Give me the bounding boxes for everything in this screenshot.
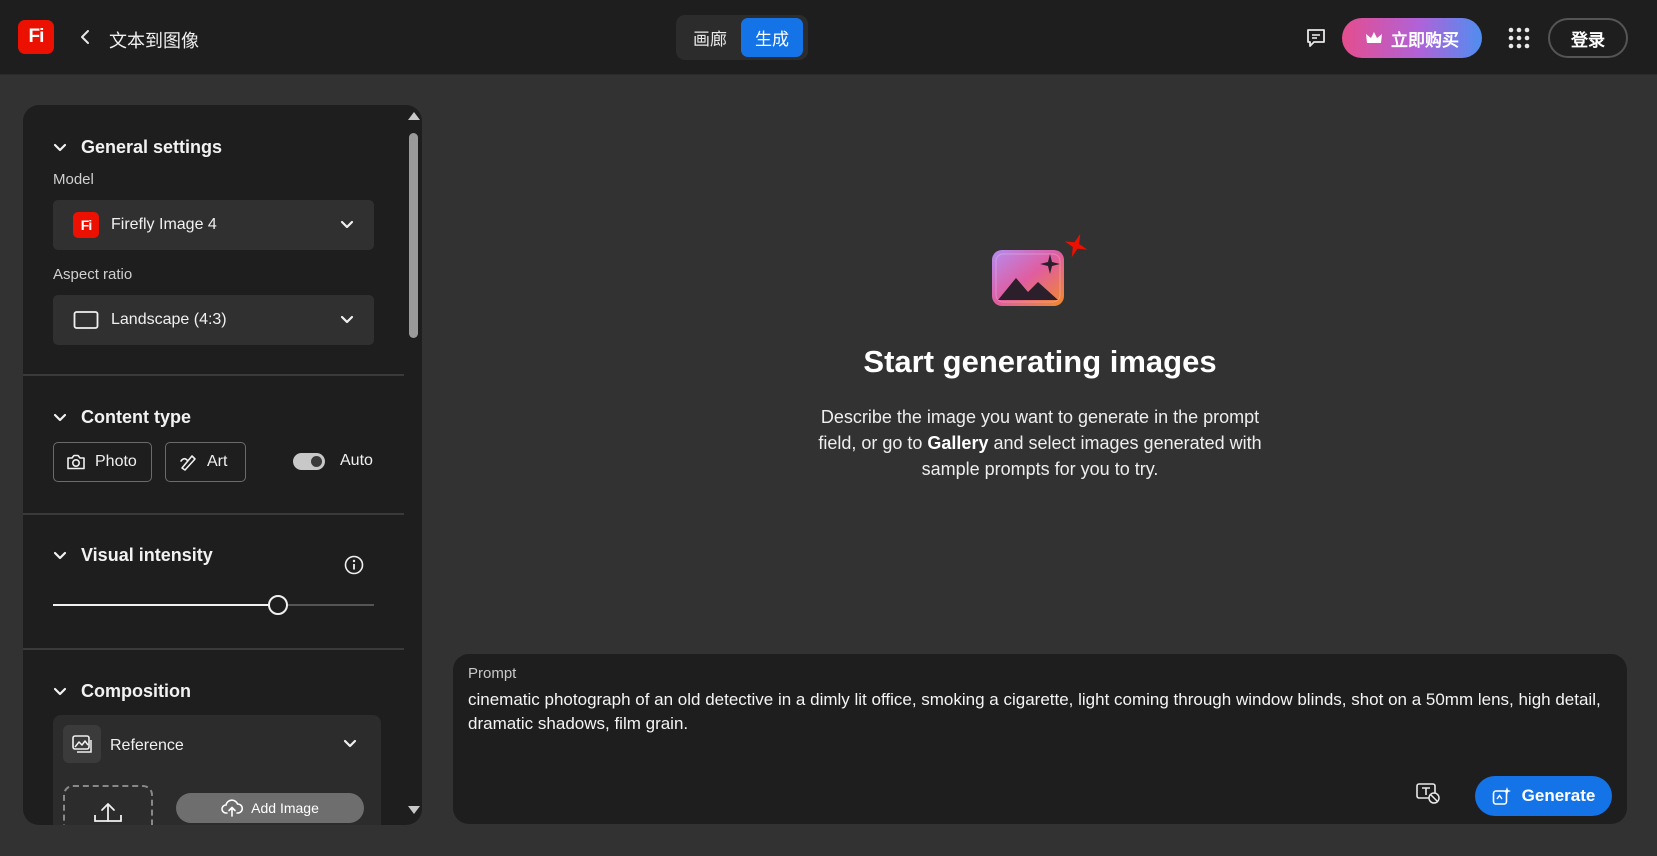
aspect-ratio-label: Aspect ratio xyxy=(53,266,133,283)
info-icon[interactable] xyxy=(344,555,364,575)
auto-toggle[interactable] xyxy=(293,453,325,470)
photo-label: Photo xyxy=(95,453,137,470)
prompt-input[interactable]: cinematic photograph of an old detective… xyxy=(468,688,1608,736)
camera-icon xyxy=(67,454,85,470)
scroll-up-arrow-icon[interactable] xyxy=(408,112,420,120)
general-settings-header[interactable]: General settings xyxy=(53,137,222,158)
composition-title: Composition xyxy=(81,681,191,701)
visual-intensity-slider-fill xyxy=(53,604,278,606)
prompt-box: Prompt cinematic photograph of an old de… xyxy=(453,654,1627,824)
art-button[interactable]: Art xyxy=(165,442,246,482)
firefly-model-icon: Fi xyxy=(73,212,99,238)
art-label: Art xyxy=(207,453,228,470)
reference-image-icon xyxy=(63,725,101,763)
general-settings-title: General settings xyxy=(81,137,223,157)
chevron-down-icon xyxy=(340,315,354,324)
gallery-link[interactable]: Gallery xyxy=(927,433,988,453)
buy-now-label: 立即购买 xyxy=(1391,30,1459,50)
empty-state-description: Describe the image you want to generate … xyxy=(800,404,1280,482)
sparkle-image-icon xyxy=(1492,787,1511,805)
scroll-down-arrow-icon[interactable] xyxy=(408,806,420,814)
generate-button[interactable]: Generate xyxy=(1475,776,1612,816)
firefly-logo[interactable]: Fi xyxy=(18,20,54,54)
tab-generate[interactable]: 生成 xyxy=(741,18,803,57)
landscape-rectangle-icon xyxy=(73,311,99,329)
aspect-ratio-value: Landscape (4:3) xyxy=(111,311,227,328)
brush-icon xyxy=(180,455,196,471)
add-image-label: Add Image xyxy=(251,800,319,816)
section-divider xyxy=(23,374,404,376)
cloud-upload-icon xyxy=(221,799,244,817)
reference-expand-chevron-icon[interactable] xyxy=(343,736,357,754)
content-type-header[interactable]: Content type xyxy=(53,407,191,428)
section-divider xyxy=(23,513,404,515)
section-divider xyxy=(23,648,404,650)
apps-grid-icon[interactable] xyxy=(1507,26,1531,50)
model-value: Firefly Image 4 xyxy=(111,216,217,233)
chevron-down-icon xyxy=(53,413,67,421)
reference-card: Reference Add Image xyxy=(53,715,381,825)
buy-now-button[interactable]: 立即购买 xyxy=(1342,18,1482,58)
chevron-down-icon xyxy=(340,220,354,229)
reference-upload-dropzone[interactable] xyxy=(63,785,153,825)
composition-header[interactable]: Composition xyxy=(53,681,191,702)
chevron-down-icon xyxy=(53,687,67,695)
auto-label: Auto xyxy=(340,452,373,469)
tab-gallery[interactable]: 画廊 xyxy=(679,18,741,57)
panel-scrollbar-thumb[interactable] xyxy=(409,133,418,338)
page-title: 文本到图像 xyxy=(109,31,199,51)
settings-panel: General settings Model Fi Firefly Image … xyxy=(23,105,404,825)
content-type-title: Content type xyxy=(81,407,191,427)
aspect-ratio-select[interactable]: Landscape (4:3) xyxy=(53,295,374,345)
feedback-icon[interactable] xyxy=(1304,26,1328,50)
generate-label: Generate xyxy=(1521,786,1596,805)
upload-icon xyxy=(94,803,122,822)
prompt-label: Prompt xyxy=(468,665,517,682)
top-bar: Fi 文本到图像 画廊 生成 立即购买 登录 xyxy=(0,0,1657,75)
crown-icon xyxy=(1366,32,1382,43)
chevron-down-icon xyxy=(53,143,67,151)
back-chevron-icon[interactable] xyxy=(74,26,96,48)
visual-intensity-title: Visual intensity xyxy=(81,545,213,565)
visual-intensity-header[interactable]: Visual intensity xyxy=(53,545,213,566)
add-image-button[interactable]: Add Image xyxy=(176,793,364,823)
text-style-toggle-icon[interactable] xyxy=(1415,781,1441,805)
model-select[interactable]: Fi Firefly Image 4 xyxy=(53,200,374,250)
model-label: Model xyxy=(53,171,94,188)
reference-label: Reference xyxy=(110,737,184,754)
photo-button[interactable]: Photo xyxy=(53,442,152,482)
sign-in-button[interactable]: 登录 xyxy=(1548,18,1628,58)
generate-images-illustration-icon xyxy=(986,230,1090,312)
visual-intensity-slider-thumb[interactable] xyxy=(267,595,288,615)
chevron-down-icon xyxy=(53,551,67,559)
mode-switcher: 画廊 生成 xyxy=(676,15,808,60)
empty-state-title: Start generating images xyxy=(863,344,1217,379)
